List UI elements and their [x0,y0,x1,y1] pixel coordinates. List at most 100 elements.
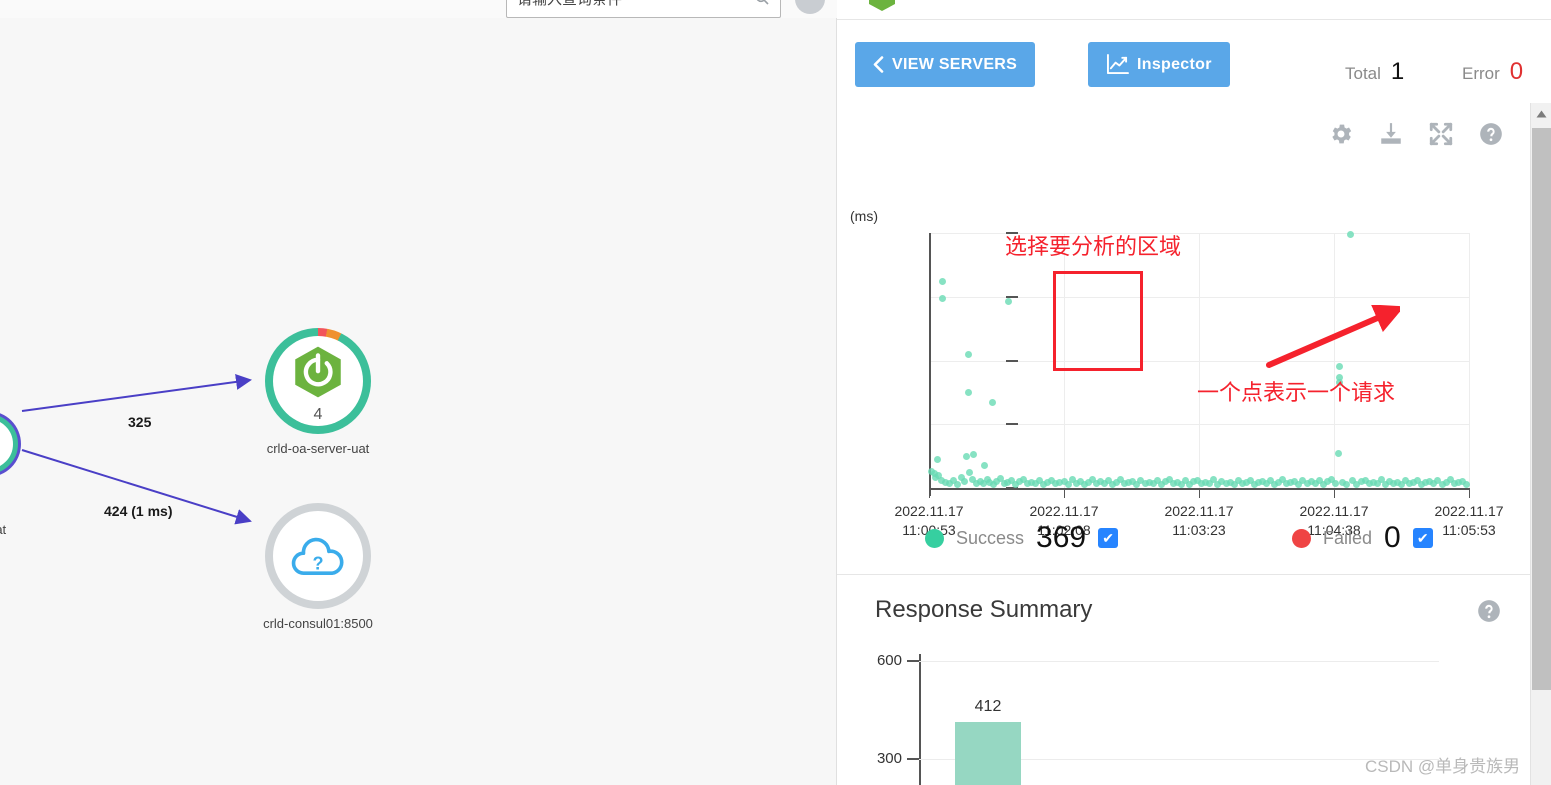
scatter-y-unit: (ms) [850,208,878,224]
error-stat: Error 0 [1462,58,1523,86]
chart-toolbar [1328,121,1504,147]
failed-color-dot [1292,528,1311,548]
bar-chart-y-axis [919,654,921,785]
scatter-point[interactable] [966,469,973,477]
bar-y-tick-mark [907,758,919,760]
svg-text:?: ? [312,554,323,574]
search-input[interactable]: 请输入查询条件 [506,0,781,18]
edge-gateway-to-oa [21,373,252,412]
oa-server-node-label: crld-oa-server-uat [266,441,370,456]
scatter-x-tick-mark [1469,488,1470,498]
scatter-y-tick-mark [1006,423,1018,426]
scatter-point[interactable] [1005,298,1013,306]
chevron-left-icon [873,56,884,73]
annotation-arrow-icon [1266,305,1400,368]
scatter-point[interactable] [970,451,978,459]
scatter-point[interactable] [939,277,946,285]
app-root: 请输入查询条件 325 424 (1 ms) [0,0,1551,785]
map-node-consul[interactable]: ? crld-consul01:8500 [263,503,373,631]
map-node-gateway[interactable]: ...way-uat [0,414,18,537]
spring-boot-icon [295,346,341,398]
map-canvas[interactable]: 325 424 (1 ms) ...way-uat 4 crld-oa-serv… [0,18,837,785]
scatter-point[interactable] [964,350,972,358]
details-panel: VIEW SERVERS Inspector Total 1 Error 0 (… [837,0,1551,785]
bar-gridline [919,661,1439,662]
error-label: Error [1462,64,1500,83]
success-checkbox[interactable]: ✔ [1098,528,1119,548]
scatter-point[interactable] [1334,450,1342,458]
view-servers-label: VIEW SERVERS [892,55,1018,73]
scatter-point[interactable] [939,294,946,302]
consul-node-label: crld-consul01:8500 [263,616,373,631]
inspector-button[interactable]: Inspector [1088,42,1230,87]
scatter-point[interactable] [953,480,961,488]
annotation-selection-rectangle [1053,271,1143,371]
scatter-point[interactable] [988,399,996,407]
scatter-point[interactable] [964,388,972,396]
bar-rect[interactable] [955,722,1021,785]
scatter-gridline-v [1199,233,1200,488]
failed-checkbox[interactable]: ✔ [1412,528,1433,548]
gateway-node-ring [0,414,18,474]
server-map-panel: 请输入查询条件 325 424 (1 ms) [0,0,837,785]
scatter-x-tick-mark [1199,488,1200,498]
view-servers-button[interactable]: VIEW SERVERS [855,42,1036,87]
scrollbar-thumb[interactable] [1532,128,1551,690]
edge-label-gateway-consul: 424 (1 ms) [104,503,173,519]
total-value: 1 [1390,58,1405,85]
total-stat: Total 1 [1345,58,1404,86]
search-input-value: 请输入查询条件 [517,0,622,9]
success-label: Success [956,527,1025,548]
success-count: 369 [1036,521,1087,554]
response-summary-title: Response Summary [875,596,1093,623]
legend-success: Success 369 ✔ [925,521,1119,555]
map-node-oa-server[interactable]: 4 crld-oa-server-uat [265,328,371,456]
scatter-point[interactable] [980,461,988,469]
help-icon[interactable] [1478,121,1504,147]
triangle-up-icon [1536,110,1547,118]
scatter-point[interactable] [1331,480,1339,488]
bar-value-label: 412 [974,698,1002,716]
annotation-one-dot-text: 一个点表示一个请求 [1197,380,1396,405]
help-icon[interactable] [1476,598,1502,624]
details-action-bar: VIEW SERVERS Inspector Total 1 Error 0 [837,20,1551,90]
scatter-plot[interactable]: (ms) 02,5005,0007,50010,0002022.11.1711:… [837,153,1536,538]
failed-count: 0 [1384,521,1401,554]
bar-y-tick-mark [907,660,919,662]
scatter-y-axis [929,233,931,496]
bar-y-tick-label: 600 [876,652,902,669]
details-header [837,0,1551,20]
gateway-node-label: ...way-uat [0,522,7,537]
gear-icon[interactable] [1328,121,1354,147]
scatter-x-tick-mark [929,488,930,498]
success-color-dot [925,528,944,548]
oa-server-instance-count: 4 [313,406,323,423]
scatter-x-tick-mark [1334,488,1335,498]
unknown-cloud-icon: ? [291,537,344,575]
watermark: CSDN @单身贵族男 [1365,757,1521,776]
inspector-label: Inspector [1137,55,1212,73]
map-edges [21,373,252,525]
details-scrollbar[interactable] [1530,103,1551,785]
map-toolbar: 请输入查询条件 [0,0,837,18]
map-filter-button[interactable] [795,0,825,14]
scatter-gridline-v [1469,233,1470,488]
search-icon [756,0,769,5]
spring-boot-hex-icon [869,0,895,11]
scatter-point[interactable] [1346,230,1354,238]
scatter-point[interactable] [960,478,968,486]
bar-y-tick-label: 300 [876,750,902,767]
scatter-y-tick-mark [1006,359,1018,362]
error-value: 0 [1509,58,1524,85]
annotation-select-region-text: 选择要分析的区域 [1005,234,1182,259]
failed-label: Failed [1323,527,1373,548]
scroll-up-button[interactable] [1531,103,1551,125]
scatter-point[interactable] [1462,480,1470,488]
download-icon[interactable] [1378,121,1404,147]
response-scatter-card: (ms) 02,5005,0007,50010,0002022.11.1711:… [837,103,1536,575]
edge-label-gateway-oa: 325 [128,414,152,430]
line-chart-icon [1107,54,1129,75]
expand-icon[interactable] [1428,121,1454,147]
scatter-point[interactable] [933,456,941,464]
scatter-legend: Success 369 ✔ Failed 0 ✔ [837,511,1536,573]
